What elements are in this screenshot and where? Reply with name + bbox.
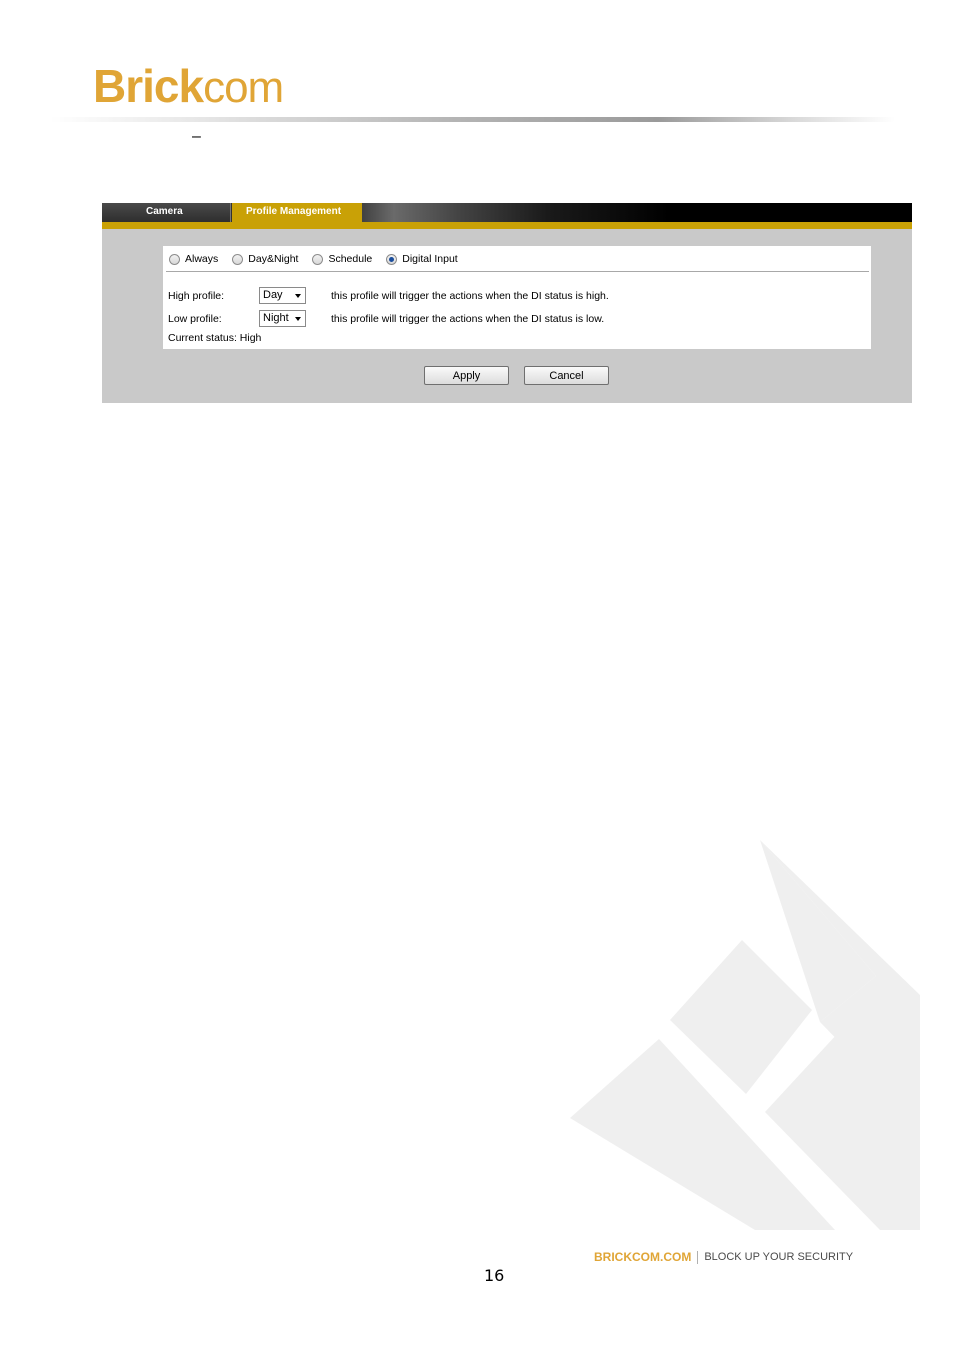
radio-schedule[interactable]: Schedule: [312, 253, 372, 265]
radio-always-button[interactable]: [169, 253, 180, 265]
tab-profile-management[interactable]: Profile Management: [232, 203, 362, 222]
low-profile-value: Night: [263, 312, 289, 324]
profile-settings-box: Always Day&Night Schedule Digital Input …: [163, 246, 871, 349]
radio-digital-input-button[interactable]: [386, 253, 398, 265]
high-profile-select[interactable]: Day: [259, 287, 306, 304]
cancel-button[interactable]: Cancel: [524, 366, 609, 385]
low-profile-label: Low profile:: [168, 313, 222, 325]
radio-separator: [166, 271, 869, 272]
radio-always-label: Always: [185, 253, 219, 265]
radio-day-night-label: Day&Night: [248, 253, 299, 265]
mode-radio-group: Always Day&Night Schedule Digital Input: [169, 252, 472, 266]
chevron-down-icon: [295, 317, 301, 321]
page-number: 16: [484, 1266, 505, 1285]
header-divider: [50, 117, 895, 122]
brick-watermark-icon: [570, 840, 920, 1230]
footer-site: BRICKCOM.COM: [594, 1250, 692, 1264]
radio-digital-input[interactable]: Digital Input: [386, 253, 458, 265]
footer-tagline: BLOCK UP YOUR SECURITY: [704, 1251, 854, 1263]
brickcom-logo: Brickcom: [93, 60, 284, 112]
radio-day-night[interactable]: Day&Night: [232, 253, 298, 265]
heading-dash: –: [192, 128, 201, 145]
footer-brand: BRICKCOM.COM BLOCK UP YOUR SECURITY: [594, 1250, 853, 1264]
tab-bar: Camera Profile Management: [102, 203, 912, 222]
logo-brick-text: Brick: [93, 60, 204, 112]
footer-divider: [697, 1250, 699, 1264]
profile-management-panel: Camera Profile Management Always Day&Nig…: [102, 203, 912, 403]
low-profile-description: this profile will trigger the actions wh…: [331, 313, 605, 325]
high-profile-value: Day: [263, 289, 283, 301]
high-profile-label: High profile:: [168, 290, 225, 302]
radio-day-night-button[interactable]: [232, 253, 244, 265]
logo-com-text: com: [203, 63, 284, 112]
tab-camera[interactable]: Camera: [102, 203, 231, 222]
tab-underline-bar: [102, 222, 912, 229]
radio-digital-input-label: Digital Input: [402, 253, 458, 265]
high-profile-description: this profile will trigger the actions wh…: [331, 290, 609, 302]
apply-button[interactable]: Apply: [424, 366, 509, 385]
current-status: Current status: High: [168, 332, 262, 344]
radio-always[interactable]: Always: [169, 253, 218, 265]
low-profile-select[interactable]: Night: [259, 310, 306, 327]
chevron-down-icon: [295, 294, 301, 298]
radio-schedule-button[interactable]: [312, 253, 324, 265]
radio-schedule-label: Schedule: [328, 253, 373, 265]
